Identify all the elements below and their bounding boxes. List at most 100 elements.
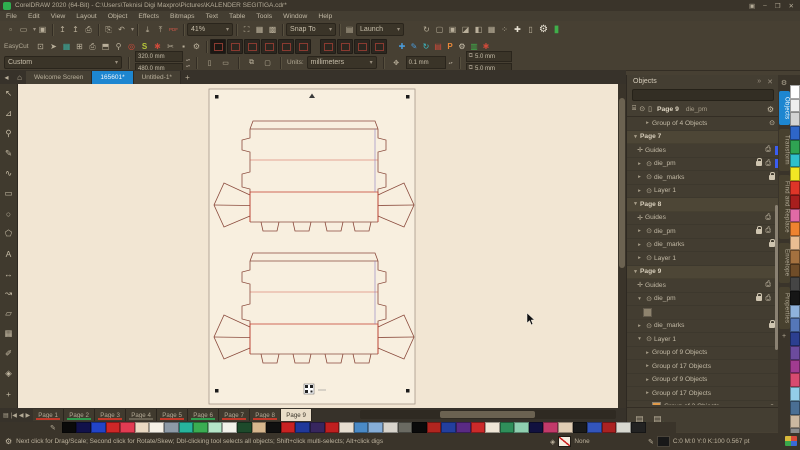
tree-row-page8[interactable]: ▾ Page 8 xyxy=(627,198,779,212)
home-icon[interactable]: ⌂ xyxy=(13,71,26,84)
text-tool[interactable]: A xyxy=(2,247,15,260)
color-swatch[interactable] xyxy=(251,422,267,433)
menu-help[interactable]: Help xyxy=(318,13,332,20)
tree-row-selected-object[interactable] xyxy=(627,306,779,320)
color-swatch[interactable] xyxy=(790,332,800,346)
rectangle-tool[interactable]: ▭ xyxy=(2,187,15,200)
grid-tool-icon[interactable]: ▦ xyxy=(485,23,498,36)
fill-tool-icon[interactable]: ◧ xyxy=(472,23,485,36)
docker-collapse-icon[interactable]: » xyxy=(757,78,761,86)
pick-tool[interactable]: ↖ xyxy=(2,87,15,100)
grid-plus-icon[interactable]: ⊞ xyxy=(73,40,86,53)
show-rulers-icon[interactable]: ▦ xyxy=(253,23,266,36)
connector-tool[interactable]: ↝ xyxy=(2,287,15,300)
tree-row-guides[interactable]: ✛ Guides ⎙ xyxy=(627,144,779,158)
current-page-button[interactable]: ▢ xyxy=(261,56,274,69)
printer-icon[interactable]: ⎙ xyxy=(765,146,771,154)
add-blue-icon[interactable]: ✚ xyxy=(396,41,408,53)
color-swatch[interactable] xyxy=(790,359,800,374)
close-button[interactable]: ✕ xyxy=(789,2,794,10)
color-swatch[interactable] xyxy=(790,414,800,429)
refresh-cyan-icon[interactable]: ↻ xyxy=(420,41,432,53)
page-tab-9-active[interactable]: Page 9 xyxy=(281,409,313,421)
color-swatch[interactable] xyxy=(222,422,237,433)
pointer-icon[interactable]: ➤ xyxy=(47,40,60,53)
color-swatch[interactable] xyxy=(470,422,486,433)
shapes-icon[interactable]: ◪ xyxy=(459,23,472,36)
color-swatch[interactable] xyxy=(790,85,800,99)
color-swatch[interactable] xyxy=(514,422,529,433)
macro-thumbnail-button[interactable] xyxy=(295,39,311,54)
color-swatch[interactable] xyxy=(455,422,471,433)
color-swatch[interactable] xyxy=(790,236,800,250)
macro-thumbnail-button[interactable] xyxy=(227,39,243,54)
lock-icon[interactable] xyxy=(756,225,763,234)
color-swatch[interactable] xyxy=(790,222,800,237)
color-swatch[interactable] xyxy=(164,422,179,433)
cross-icon[interactable]: ✚ xyxy=(511,23,524,36)
menu-window[interactable]: Window xyxy=(283,13,307,20)
color-swatch[interactable] xyxy=(499,422,515,433)
color-swatch[interactable] xyxy=(790,153,800,168)
color-swatch[interactable] xyxy=(790,98,800,113)
color-swatch[interactable] xyxy=(105,422,121,433)
eye-icon[interactable]: ⊙ xyxy=(644,173,654,181)
docker-close-icon[interactable]: ✕ xyxy=(767,78,773,86)
page-tab-6[interactable]: Page 6 xyxy=(188,409,220,421)
color-swatch[interactable] xyxy=(266,422,281,433)
doc-tab-untitled[interactable]: Untitled-1* xyxy=(133,71,181,84)
show-grid-icon[interactable]: ▩ xyxy=(266,23,279,36)
page-preset-dropdown[interactable]: Custom ▾ xyxy=(4,56,122,69)
tree-row-die-pm-expanded[interactable]: ▾ ⊙ die_pm ⎙ xyxy=(627,293,779,306)
color-swatch[interactable] xyxy=(558,422,573,433)
color-swatch[interactable] xyxy=(790,345,800,360)
tree-row-group[interactable]: ▸ Group of 17 Objects xyxy=(627,387,779,401)
page-tab-2[interactable]: Page 2 xyxy=(64,409,96,421)
color-swatch[interactable] xyxy=(485,422,500,433)
color-swatch[interactable] xyxy=(91,422,106,433)
paste-icon[interactable]: ⎘ xyxy=(102,23,115,36)
page-tab-8[interactable]: Page 8 xyxy=(250,409,282,421)
tree-row-group[interactable]: ▸ Group of 4 Objects ⊙ xyxy=(627,117,779,131)
macro-thumbnail-button[interactable] xyxy=(244,39,260,54)
lock-icon[interactable] xyxy=(769,171,775,180)
tree-row-layer1[interactable]: ▸ ⊙ Layer 1 xyxy=(627,252,779,266)
macro-thumbnail-button[interactable] xyxy=(261,39,277,54)
nudge-distance-field[interactable]: 0.1 mm xyxy=(405,56,446,69)
width-stepper[interactable]: ▴▾ xyxy=(186,57,190,62)
grid-teal-icon[interactable]: ▦ xyxy=(60,40,73,53)
launch-dropdown[interactable]: Launch ▾ xyxy=(356,23,405,36)
trash-icon[interactable]: ▯ xyxy=(524,23,537,36)
tree-row-group[interactable]: ▸ Group of 9 Objects xyxy=(627,347,779,360)
drawing-canvas[interactable] xyxy=(18,84,618,408)
duplicate-x-field[interactable]: ⧉ 5.0 mm xyxy=(465,51,512,62)
height-stepper[interactable]: ▴▾ xyxy=(186,63,190,68)
doc-tab-active[interactable]: 165601* xyxy=(92,71,134,84)
color-swatch[interactable] xyxy=(295,422,310,433)
doc-red-icon[interactable]: ▤ xyxy=(432,41,444,53)
zoom-tool[interactable]: ⚲ xyxy=(2,127,15,140)
color-swatch[interactable] xyxy=(368,422,383,433)
color-swatch[interactable] xyxy=(426,422,442,433)
color-proof-icon[interactable] xyxy=(785,436,797,446)
doc-tab-welcome[interactable]: Welcome Screen xyxy=(26,71,93,84)
color-swatch[interactable] xyxy=(790,304,800,319)
menu-layout[interactable]: Layout xyxy=(76,13,96,20)
color-swatch[interactable] xyxy=(790,249,800,264)
color-swatch[interactable] xyxy=(790,126,800,140)
color-swatch[interactable] xyxy=(309,422,325,433)
tree-row-die-marks[interactable]: ▸ ⊙ die_marks xyxy=(627,239,779,252)
tree-row-page7[interactable]: ▾ Page 7 xyxy=(627,130,779,144)
expand-arrow-icon[interactable]: ▸ xyxy=(635,228,644,234)
refresh-icon[interactable]: ↻ xyxy=(420,23,433,36)
tree-row-group[interactable]: ▸ Group of 17 Objects xyxy=(627,360,779,374)
magnifier-icon[interactable]: ⚲ xyxy=(112,40,125,53)
color-swatch[interactable] xyxy=(587,422,602,433)
macro-thumbnail-button[interactable] xyxy=(320,39,336,54)
export-icon[interactable]: ⤒ xyxy=(154,23,167,36)
page-tab-5[interactable]: Page 5 xyxy=(157,409,189,421)
print-icon[interactable]: ⎙ xyxy=(82,23,95,36)
share-icon[interactable]: ↥ xyxy=(69,23,82,36)
visibility-icon[interactable]: ⊙ xyxy=(639,105,645,113)
color-swatch[interactable] xyxy=(790,167,800,182)
